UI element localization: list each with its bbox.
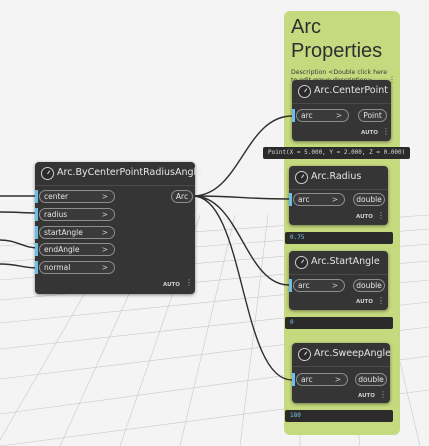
port-indicator xyxy=(35,243,38,256)
wire-endangle xyxy=(0,239,40,249)
port-label: arc xyxy=(298,281,310,290)
arc-node-icon xyxy=(298,85,311,98)
wire-to-startangle xyxy=(192,195,290,286)
port-indicator xyxy=(292,109,295,122)
node-header[interactable]: Arc.CenterPoint xyxy=(292,80,391,104)
input-port-endangle[interactable]: endAngle > xyxy=(39,243,115,256)
chevron-right-icon: > xyxy=(101,263,108,272)
node-header[interactable]: Arc.SweepAngle xyxy=(292,343,391,367)
lacing-indicator[interactable]: AUTO xyxy=(356,214,373,220)
output-port-arc[interactable]: Arc xyxy=(171,190,193,203)
kebab-menu-icon[interactable]: ⋮ xyxy=(377,297,385,305)
port-label: arc xyxy=(298,195,310,204)
kebab-menu-icon[interactable]: ⋮ xyxy=(377,212,385,220)
input-port-arc[interactable]: arc > xyxy=(296,373,348,386)
arc-node-icon xyxy=(41,167,54,180)
output-port-double[interactable]: double xyxy=(355,373,387,386)
chevron-right-icon: > xyxy=(101,210,108,219)
wire-normal xyxy=(0,263,40,269)
port-label: arc xyxy=(301,375,313,384)
kebab-menu-icon[interactable]: ⋮ xyxy=(185,279,193,287)
node-header[interactable]: Arc.ByCenterPointRadiusAngle xyxy=(35,162,202,186)
arc-radius-node[interactable]: Arc.Radius arc > double AUTO ⋮ xyxy=(289,166,388,225)
preview-bubble[interactable]: 0 xyxy=(285,317,393,329)
output-port-double[interactable]: double xyxy=(353,279,385,292)
chevron-right-icon: > xyxy=(101,245,108,254)
arc-by-centerpoint-radius-angle-node[interactable]: Arc.ByCenterPointRadiusAngle center > rad… xyxy=(35,162,202,294)
input-port-arc[interactable]: arc > xyxy=(296,109,349,122)
input-port-center[interactable]: center > xyxy=(39,190,115,203)
node-header[interactable]: Arc.StartAngle xyxy=(289,251,388,275)
port-label: startAngle xyxy=(44,228,83,237)
port-label: center xyxy=(44,192,69,201)
lacing-indicator[interactable]: AUTO xyxy=(358,393,375,399)
node-title: Arc.Radius xyxy=(311,171,362,182)
chevron-right-icon: > xyxy=(331,195,338,204)
node-title: Arc.ByCenterPointRadiusAngle xyxy=(57,167,203,178)
wire-to-sweepangle xyxy=(192,195,293,381)
port-indicator xyxy=(35,261,38,274)
kebab-menu-icon[interactable]: ⋮ xyxy=(382,128,390,136)
port-label: radius xyxy=(44,210,68,219)
chevron-right-icon: > xyxy=(334,375,341,384)
arc-centerpoint-node[interactable]: Arc.CenterPoint arc > Point AUTO ⋮ xyxy=(292,80,391,141)
preview-bubble[interactable]: 0.75 xyxy=(285,232,393,244)
output-port-double[interactable]: double xyxy=(353,193,385,206)
arc-node-icon xyxy=(295,171,308,184)
chevron-right-icon: > xyxy=(101,192,108,201)
wire-radius xyxy=(0,211,40,214)
lacing-indicator[interactable]: AUTO xyxy=(361,130,378,136)
node-title: Arc.SweepAngle xyxy=(314,348,391,359)
workspace-canvas[interactable]: Arc Properties Description <Double click… xyxy=(0,0,429,446)
node-title: Arc.CenterPoint xyxy=(314,85,389,96)
chevron-right-icon: > xyxy=(331,281,338,290)
port-label: endAngle xyxy=(44,245,80,254)
port-label: normal xyxy=(44,263,71,272)
arc-node-icon xyxy=(295,256,308,269)
port-indicator xyxy=(35,190,38,203)
chevron-right-icon: > xyxy=(335,111,342,120)
node-header[interactable]: Arc.Radius xyxy=(289,166,388,190)
node-title: Arc.StartAngle xyxy=(311,256,380,267)
output-port-point[interactable]: Point xyxy=(358,109,387,122)
input-port-arc[interactable]: arc > xyxy=(293,279,345,292)
port-label: arc xyxy=(301,111,313,120)
input-port-startangle[interactable]: startAngle > xyxy=(39,226,115,239)
lacing-indicator[interactable]: AUTO xyxy=(163,282,180,288)
preview-bubble[interactable]: Point(X = 5.000, Y = 2.000, Z = 0.000) xyxy=(263,147,411,159)
input-port-arc[interactable]: arc > xyxy=(293,193,345,206)
arc-startangle-node[interactable]: Arc.StartAngle arc > double AUTO ⋮ xyxy=(289,251,388,310)
port-indicator xyxy=(35,226,38,239)
port-indicator xyxy=(35,208,38,221)
arc-sweepangle-node[interactable]: Arc.SweepAngle arc > double AUTO ⋮ xyxy=(292,343,391,403)
port-indicator xyxy=(292,373,295,386)
chevron-right-icon: > xyxy=(101,228,108,237)
preview-bubble[interactable]: 180 xyxy=(285,410,393,422)
kebab-menu-icon[interactable]: ⋮ xyxy=(379,391,387,399)
input-port-normal[interactable]: normal > xyxy=(39,261,115,274)
lacing-indicator[interactable]: AUTO xyxy=(356,299,373,305)
input-port-radius[interactable]: radius > xyxy=(39,208,115,221)
port-indicator xyxy=(289,279,292,292)
port-indicator xyxy=(289,193,292,206)
arc-node-icon xyxy=(298,348,311,361)
